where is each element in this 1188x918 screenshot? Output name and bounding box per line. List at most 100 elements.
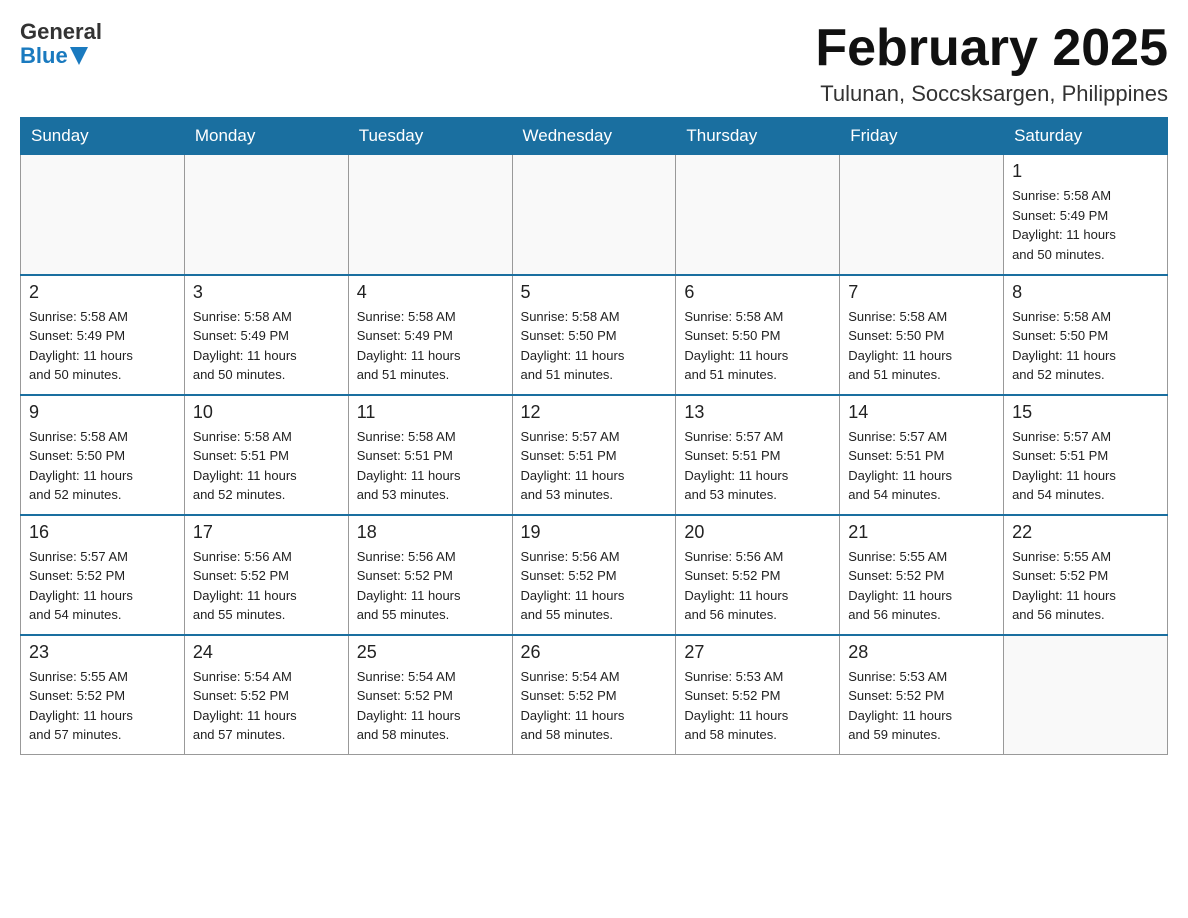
calendar-day-cell: 22 Sunrise: 5:55 AM Sunset: 5:52 PM Dayli… xyxy=(1004,515,1168,635)
calendar-day-cell: 16 Sunrise: 5:57 AM Sunset: 5:52 PM Dayli… xyxy=(21,515,185,635)
day-info: Sunrise: 5:55 AM Sunset: 5:52 PM Dayligh… xyxy=(1012,547,1159,625)
calendar-day-cell: 17Sunrise: 5:56 AM Sunset: 5:52 PM Dayli… xyxy=(184,515,348,635)
calendar-header-row: SundayMondayTuesdayWednesdayThursdayFrid… xyxy=(21,118,1168,155)
day-number: 24 xyxy=(193,642,340,663)
day-info: Sunrise: 5:56 AM Sunset: 5:52 PM Dayligh… xyxy=(521,547,668,625)
calendar-day-cell: 18 Sunrise: 5:56 AM Sunset: 5:52 PM Dayli… xyxy=(348,515,512,635)
day-info: Sunrise: 5:57 AM Sunset: 5:52 PM Dayligh… xyxy=(29,547,176,625)
day-number: 20 xyxy=(684,522,831,543)
day-number: 14 xyxy=(848,402,995,423)
calendar-day-cell: 12 Sunrise: 5:57 AM Sunset: 5:51 PM Dayli… xyxy=(512,395,676,515)
day-info: Sunrise: 5:58 AM Sunset: 5:50 PM Dayligh… xyxy=(1012,307,1159,385)
day-info: Sunrise: 5:57 AM Sunset: 5:51 PM Dayligh… xyxy=(684,427,831,505)
page-header: General Blue February 2025 Tulunan, Socc… xyxy=(20,20,1168,107)
day-number: 8 xyxy=(1012,282,1159,303)
calendar-day-cell: 23 Sunrise: 5:55 AM Sunset: 5:52 PM Dayli… xyxy=(21,635,185,755)
logo-text-general: General xyxy=(20,20,102,44)
calendar-day-cell xyxy=(840,155,1004,275)
day-number: 22 xyxy=(1012,522,1159,543)
calendar-header-sunday: Sunday xyxy=(21,118,185,155)
calendar-day-cell xyxy=(348,155,512,275)
day-info: Sunrise: 5:55 AM Sunset: 5:52 PM Dayligh… xyxy=(29,667,176,745)
month-title: February 2025 xyxy=(815,20,1168,77)
day-info: Sunrise: 5:58 AM Sunset: 5:49 PM Dayligh… xyxy=(29,307,176,385)
day-info: Sunrise: 5:53 AM Sunset: 5:52 PM Dayligh… xyxy=(684,667,831,745)
day-number: 26 xyxy=(521,642,668,663)
day-number: 7 xyxy=(848,282,995,303)
day-number: 3 xyxy=(193,282,340,303)
calendar-header-friday: Friday xyxy=(840,118,1004,155)
day-number: 12 xyxy=(521,402,668,423)
logo-triangle-icon xyxy=(70,47,88,65)
day-info: Sunrise: 5:58 AM Sunset: 5:51 PM Dayligh… xyxy=(193,427,340,505)
day-info: Sunrise: 5:58 AM Sunset: 5:51 PM Dayligh… xyxy=(357,427,504,505)
day-info: Sunrise: 5:58 AM Sunset: 5:50 PM Dayligh… xyxy=(848,307,995,385)
calendar-day-cell xyxy=(184,155,348,275)
calendar-day-cell: 28Sunrise: 5:53 AM Sunset: 5:52 PM Dayli… xyxy=(840,635,1004,755)
calendar-day-cell: 6Sunrise: 5:58 AM Sunset: 5:50 PM Daylig… xyxy=(676,275,840,395)
day-number: 2 xyxy=(29,282,176,303)
day-info: Sunrise: 5:55 AM Sunset: 5:52 PM Dayligh… xyxy=(848,547,995,625)
calendar-day-cell: 11 Sunrise: 5:58 AM Sunset: 5:51 PM Dayli… xyxy=(348,395,512,515)
day-number: 11 xyxy=(357,402,504,423)
calendar-day-cell xyxy=(512,155,676,275)
day-number: 15 xyxy=(1012,402,1159,423)
calendar-week-row: 23 Sunrise: 5:55 AM Sunset: 5:52 PM Dayli… xyxy=(21,635,1168,755)
calendar-day-cell: 14 Sunrise: 5:57 AM Sunset: 5:51 PM Dayli… xyxy=(840,395,1004,515)
calendar-day-cell: 3Sunrise: 5:58 AM Sunset: 5:49 PM Daylig… xyxy=(184,275,348,395)
calendar-day-cell: 10 Sunrise: 5:58 AM Sunset: 5:51 PM Dayli… xyxy=(184,395,348,515)
day-info: Sunrise: 5:58 AM Sunset: 5:49 PM Dayligh… xyxy=(357,307,504,385)
calendar-day-cell: 7 Sunrise: 5:58 AM Sunset: 5:50 PM Daylig… xyxy=(840,275,1004,395)
calendar-day-cell: 4 Sunrise: 5:58 AM Sunset: 5:49 PM Daylig… xyxy=(348,275,512,395)
calendar-header-thursday: Thursday xyxy=(676,118,840,155)
calendar-day-cell: 24Sunrise: 5:54 AM Sunset: 5:52 PM Dayli… xyxy=(184,635,348,755)
calendar-day-cell xyxy=(676,155,840,275)
day-number: 21 xyxy=(848,522,995,543)
logo-text-blue: Blue xyxy=(20,44,68,68)
calendar-day-cell: 1 Sunrise: 5:58 AM Sunset: 5:49 PM Daylig… xyxy=(1004,155,1168,275)
day-info: Sunrise: 5:57 AM Sunset: 5:51 PM Dayligh… xyxy=(1012,427,1159,505)
calendar-day-cell xyxy=(21,155,185,275)
calendar-day-cell: 8 Sunrise: 5:58 AM Sunset: 5:50 PM Daylig… xyxy=(1004,275,1168,395)
day-info: Sunrise: 5:54 AM Sunset: 5:52 PM Dayligh… xyxy=(357,667,504,745)
day-info: Sunrise: 5:56 AM Sunset: 5:52 PM Dayligh… xyxy=(684,547,831,625)
calendar-day-cell: 19 Sunrise: 5:56 AM Sunset: 5:52 PM Dayli… xyxy=(512,515,676,635)
calendar-day-cell: 25 Sunrise: 5:54 AM Sunset: 5:52 PM Dayli… xyxy=(348,635,512,755)
calendar-day-cell: 26 Sunrise: 5:54 AM Sunset: 5:52 PM Dayli… xyxy=(512,635,676,755)
title-area: February 2025 Tulunan, Soccsksargen, Phi… xyxy=(815,20,1168,107)
day-number: 16 xyxy=(29,522,176,543)
calendar-day-cell: 21 Sunrise: 5:55 AM Sunset: 5:52 PM Dayli… xyxy=(840,515,1004,635)
day-info: Sunrise: 5:58 AM Sunset: 5:49 PM Dayligh… xyxy=(1012,186,1159,264)
calendar-week-row: 1 Sunrise: 5:58 AM Sunset: 5:49 PM Daylig… xyxy=(21,155,1168,275)
day-number: 27 xyxy=(684,642,831,663)
day-info: Sunrise: 5:58 AM Sunset: 5:50 PM Dayligh… xyxy=(29,427,176,505)
day-info: Sunrise: 5:57 AM Sunset: 5:51 PM Dayligh… xyxy=(521,427,668,505)
calendar-table: SundayMondayTuesdayWednesdayThursdayFrid… xyxy=(20,117,1168,755)
day-info: Sunrise: 5:54 AM Sunset: 5:52 PM Dayligh… xyxy=(521,667,668,745)
day-number: 10 xyxy=(193,402,340,423)
calendar-day-cell: 13 Sunrise: 5:57 AM Sunset: 5:51 PM Dayli… xyxy=(676,395,840,515)
calendar-header-monday: Monday xyxy=(184,118,348,155)
logo: General Blue xyxy=(20,20,102,68)
day-number: 4 xyxy=(357,282,504,303)
calendar-week-row: 16 Sunrise: 5:57 AM Sunset: 5:52 PM Dayli… xyxy=(21,515,1168,635)
day-number: 23 xyxy=(29,642,176,663)
day-number: 6 xyxy=(684,282,831,303)
calendar-day-cell: 5Sunrise: 5:58 AM Sunset: 5:50 PM Daylig… xyxy=(512,275,676,395)
day-info: Sunrise: 5:53 AM Sunset: 5:52 PM Dayligh… xyxy=(848,667,995,745)
day-number: 18 xyxy=(357,522,504,543)
day-number: 25 xyxy=(357,642,504,663)
day-info: Sunrise: 5:58 AM Sunset: 5:50 PM Dayligh… xyxy=(521,307,668,385)
day-number: 13 xyxy=(684,402,831,423)
location: Tulunan, Soccsksargen, Philippines xyxy=(815,81,1168,107)
day-info: Sunrise: 5:57 AM Sunset: 5:51 PM Dayligh… xyxy=(848,427,995,505)
calendar-header-tuesday: Tuesday xyxy=(348,118,512,155)
day-info: Sunrise: 5:56 AM Sunset: 5:52 PM Dayligh… xyxy=(357,547,504,625)
day-number: 19 xyxy=(521,522,668,543)
calendar-week-row: 9 Sunrise: 5:58 AM Sunset: 5:50 PM Daylig… xyxy=(21,395,1168,515)
calendar-day-cell: 15 Sunrise: 5:57 AM Sunset: 5:51 PM Dayli… xyxy=(1004,395,1168,515)
day-number: 9 xyxy=(29,402,176,423)
calendar-header-wednesday: Wednesday xyxy=(512,118,676,155)
calendar-day-cell xyxy=(1004,635,1168,755)
day-number: 1 xyxy=(1012,161,1159,182)
